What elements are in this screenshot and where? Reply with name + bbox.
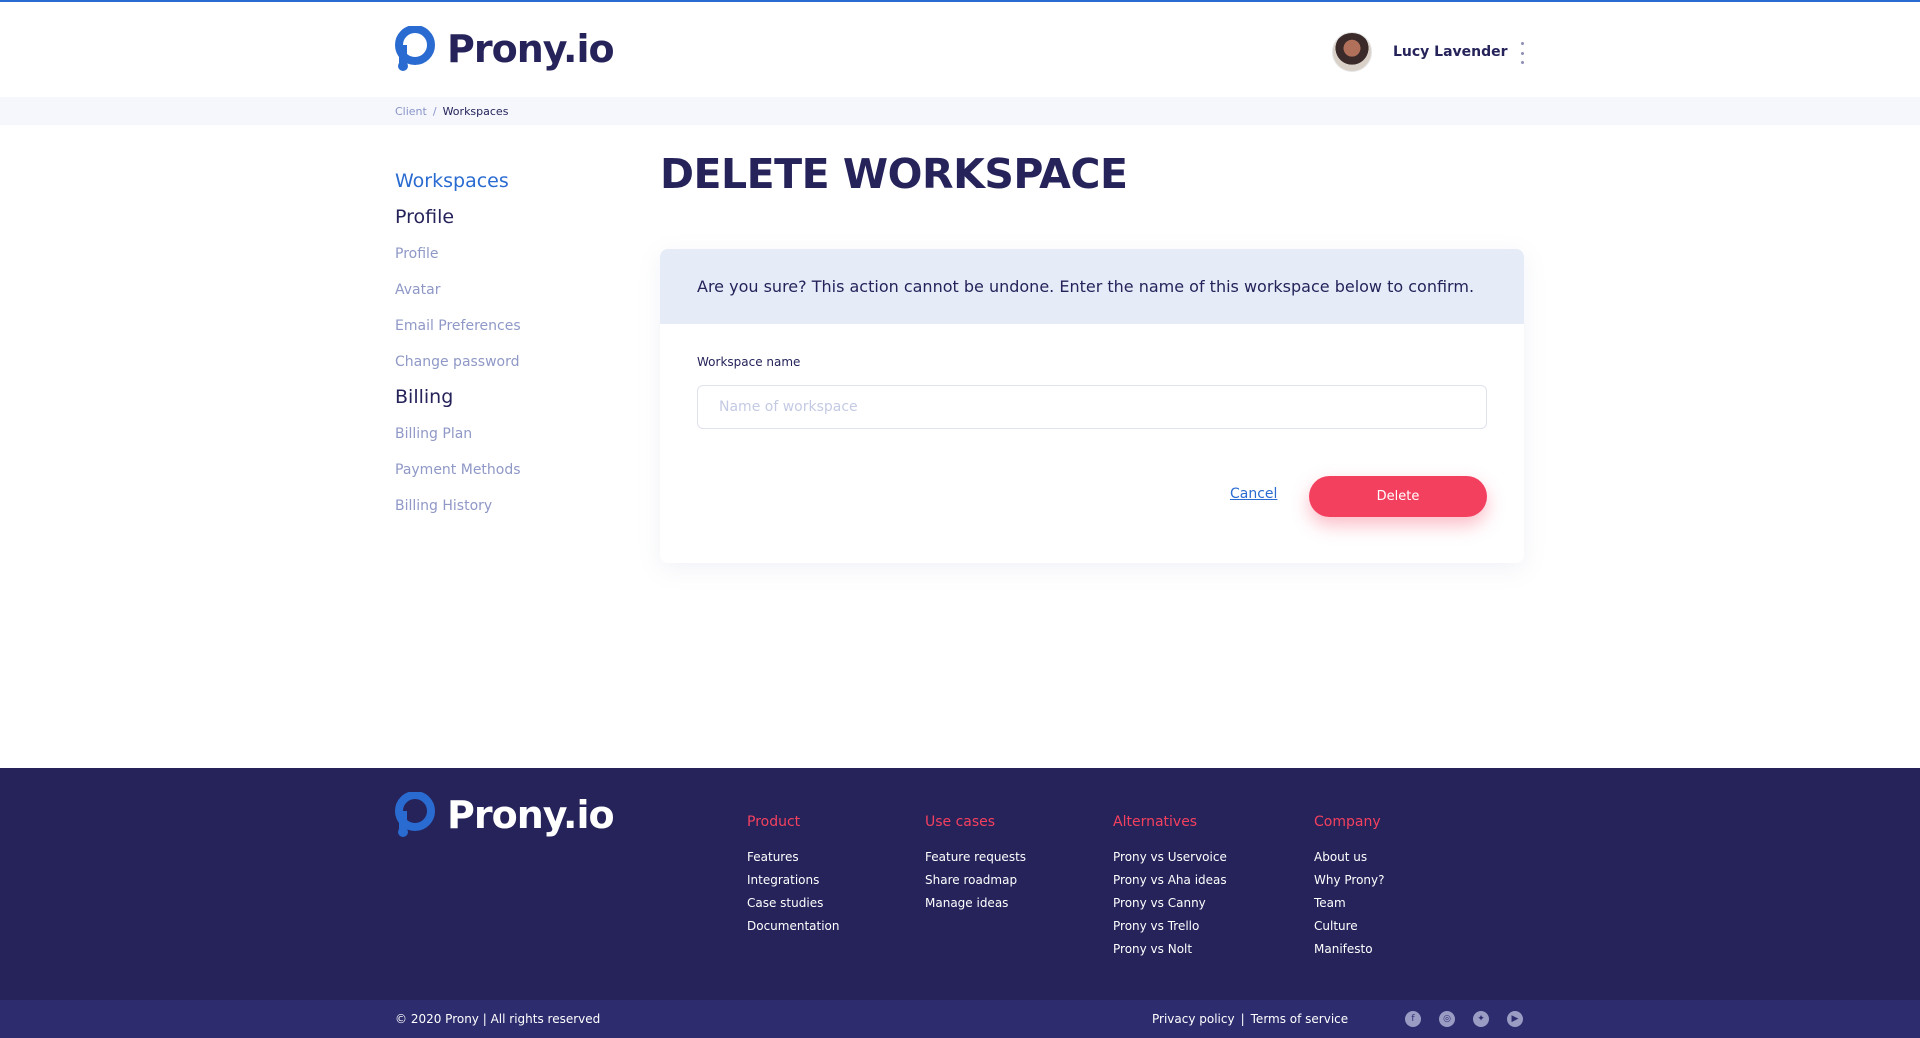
footer-link[interactable]: Integrations xyxy=(747,873,840,896)
footer-link[interactable]: About us xyxy=(1314,850,1385,873)
avatar[interactable] xyxy=(1332,32,1372,72)
footer-link[interactable]: Prony vs Uservoice xyxy=(1113,850,1227,873)
warning-banner: Are you sure? This action cannot be undo… xyxy=(660,249,1524,324)
footer-heading: Company xyxy=(1314,814,1381,830)
instagram-icon[interactable]: ◎ xyxy=(1439,1011,1455,1027)
footer-link[interactable]: Documentation xyxy=(747,919,840,942)
footer-link[interactable]: Prony vs Aha ideas xyxy=(1113,873,1227,896)
breadcrumb: Client / Workspaces xyxy=(395,105,508,118)
header: Prony.io Lucy Lavender xyxy=(0,2,1920,97)
footer-link[interactable]: Prony vs Nolt xyxy=(1113,942,1227,965)
workspace-name-label: Workspace name xyxy=(697,355,801,369)
sidebar-heading-profile: Profile xyxy=(395,206,455,228)
privacy-policy-link[interactable]: Privacy policy xyxy=(1152,1012,1235,1026)
footer-link[interactable]: Culture xyxy=(1314,919,1385,942)
footer-column-alternatives: Alternatives Prony vs Uservoice Prony vs… xyxy=(1113,814,1227,965)
footer-bottom-bar: © 2020 Prony | All rights reserved Priva… xyxy=(0,1000,1920,1038)
more-options-icon[interactable] xyxy=(1516,42,1528,64)
footer-link[interactable]: Team xyxy=(1314,896,1385,919)
footer-heading: Product xyxy=(747,814,801,830)
delete-workspace-card: Are you sure? This action cannot be undo… xyxy=(660,249,1524,563)
user-menu[interactable]: Lucy Lavender xyxy=(1332,31,1508,73)
footer-link[interactable]: Manage ideas xyxy=(925,896,1026,919)
facebook-icon[interactable]: f xyxy=(1405,1011,1421,1027)
workspace-name-input[interactable] xyxy=(697,385,1487,429)
footer-logo-text: Prony.io xyxy=(447,793,615,837)
logo[interactable]: Prony.io xyxy=(395,26,615,72)
footer-heading: Use cases xyxy=(925,814,996,830)
page-title: DELETE WORKSPACE xyxy=(660,150,1128,198)
copyright-text: © 2020 Prony | All rights reserved xyxy=(395,1012,601,1026)
delete-button[interactable]: Delete xyxy=(1309,476,1487,517)
sidebar-item-billing-history[interactable]: Billing History xyxy=(395,498,492,514)
footer-link[interactable]: Manifesto xyxy=(1314,942,1385,965)
footer: Prony.io Product Features Integrations C… xyxy=(0,768,1920,1000)
social-links: f ◎ ✦ ▶ xyxy=(1405,1011,1523,1027)
sidebar-item-profile[interactable]: Profile xyxy=(395,246,439,262)
youtube-icon[interactable]: ▶ xyxy=(1507,1011,1523,1027)
footer-column-company: Company About us Why Prony? Team Culture… xyxy=(1314,814,1385,965)
breadcrumb-separator: / xyxy=(432,105,437,118)
logo-text: Prony.io xyxy=(447,27,615,71)
footer-link[interactable]: Why Prony? xyxy=(1314,873,1385,896)
legal-links: Privacy policy | Terms of service xyxy=(1152,1012,1348,1026)
footer-column-product: Product Features Integrations Case studi… xyxy=(747,814,840,942)
terms-of-service-link[interactable]: Terms of service xyxy=(1251,1012,1349,1026)
footer-logo[interactable]: Prony.io xyxy=(395,792,615,838)
prony-logo-icon xyxy=(395,26,435,71)
sidebar-item-workspaces[interactable]: Workspaces xyxy=(395,170,509,192)
sidebar-item-billing-plan[interactable]: Billing Plan xyxy=(395,426,472,442)
user-name[interactable]: Lucy Lavender xyxy=(1393,44,1508,60)
footer-link[interactable]: Features xyxy=(747,850,840,873)
sidebar-item-email-preferences[interactable]: Email Preferences xyxy=(395,318,521,334)
breadcrumb-workspaces: Workspaces xyxy=(442,105,509,118)
breadcrumb-client[interactable]: Client xyxy=(395,105,427,118)
footer-link[interactable]: Share roadmap xyxy=(925,873,1026,896)
sidebar-item-avatar[interactable]: Avatar xyxy=(395,282,440,298)
twitter-icon[interactable]: ✦ xyxy=(1473,1011,1489,1027)
legal-separator: | xyxy=(1240,1012,1245,1026)
sidebar-item-payment-methods[interactable]: Payment Methods xyxy=(395,462,521,478)
breadcrumb-bar: Client / Workspaces xyxy=(0,97,1920,125)
sidebar-item-change-password[interactable]: Change password xyxy=(395,354,520,370)
warning-text: Are you sure? This action cannot be undo… xyxy=(697,277,1475,296)
footer-column-use-cases: Use cases Feature requests Share roadmap… xyxy=(925,814,1026,919)
cancel-link[interactable]: Cancel xyxy=(1230,486,1277,502)
sidebar-heading-billing: Billing xyxy=(395,386,454,408)
footer-heading: Alternatives xyxy=(1113,814,1198,830)
footer-link[interactable]: Feature requests xyxy=(925,850,1026,873)
footer-link[interactable]: Prony vs Canny xyxy=(1113,896,1227,919)
prony-logo-icon xyxy=(395,792,435,837)
footer-link[interactable]: Case studies xyxy=(747,896,840,919)
footer-link[interactable]: Prony vs Trello xyxy=(1113,919,1227,942)
